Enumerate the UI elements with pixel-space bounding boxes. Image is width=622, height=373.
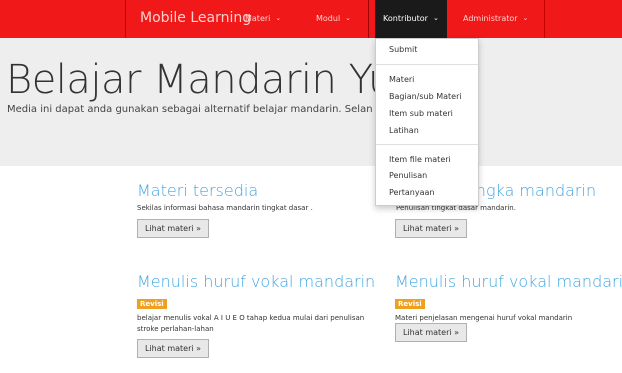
status-badge: Revisi (137, 299, 167, 309)
card-materi-tersedia: Materi tersedia Sekilas informasi bahasa… (137, 181, 377, 214)
menu-item-pertanyaan[interactable]: Pertanyaan (389, 188, 434, 197)
view-materi-button[interactable]: Lihat materi » (137, 339, 210, 358)
card-title: Menulis huruf vokal mandarin (395, 272, 622, 291)
menu-item-penulisan[interactable]: Penulisan (389, 171, 427, 180)
nav-item-kontributor[interactable]: Kontributor ⌄ (375, 0, 447, 38)
card-description: belajar menulis vokal A I U E O tahap ke… (137, 314, 365, 333)
menu-divider (376, 64, 478, 65)
chevron-down-icon: ⌄ (432, 14, 439, 22)
hero-subtitle: Media ini dapat anda gunakan sebagai alt… (7, 104, 373, 115)
menu-item-latihan[interactable]: Latihan (389, 126, 419, 135)
brand-link[interactable]: Mobile Learning (140, 10, 251, 26)
view-materi-button[interactable]: Lihat materi » (395, 219, 468, 238)
hero-banner: Belajar Mandarin Yuk! Media ini dapat an… (0, 38, 622, 166)
view-materi-button[interactable]: Lihat materi » (395, 323, 468, 342)
nav-item-materi[interactable]: Materi ⌄ (245, 14, 281, 23)
menu-item-item-sub-materi[interactable]: Item sub materi (389, 109, 453, 118)
menu-item-bagian-sub-materi[interactable]: Bagian/sub Materi (389, 92, 462, 101)
card-title: Materi tersedia (137, 181, 259, 200)
top-navbar: Mobile Learning Materi ⌄ Modul ⌄ Kontribut… (0, 0, 622, 38)
card-menulis-vokal: Menulis huruf vokal mandarin Revisi bela… (137, 272, 382, 335)
page-title: Belajar Mandarin Yuk! (6, 57, 432, 103)
card-title: angka mandarin (466, 181, 597, 200)
nav-item-administrator[interactable]: Administrator ⌄ (463, 14, 528, 23)
chevron-down-icon: ⌄ (345, 14, 352, 22)
menu-item-materi[interactable]: Materi (389, 75, 414, 84)
card-title: Menulis huruf vokal mandarin (137, 272, 376, 291)
nav-item-label: Materi (245, 14, 271, 23)
menu-divider (376, 144, 478, 145)
chevron-down-icon: ⌄ (275, 14, 282, 22)
menu-item-item-file-materi[interactable]: Item file materi (389, 155, 451, 164)
nav-item-label: Kontributor (383, 14, 428, 23)
status-badge: Revisi (395, 299, 425, 309)
menu-item-submit[interactable]: Submit (389, 45, 417, 54)
card-description: Sekilas informasi bahasa mandarin tingka… (137, 204, 313, 212)
card-menulis-vokal-2: Menulis huruf vokal mandarin Revisi Mate… (395, 272, 622, 324)
card-angka-mandarin: angka mandarin Penulisan tingkat dasar m… (396, 181, 616, 214)
chevron-down-icon: ⌄ (522, 14, 529, 22)
nav-item-modul[interactable]: Modul ⌄ (316, 14, 351, 23)
nav-item-label: Modul (316, 14, 341, 23)
nav-divider (368, 0, 369, 38)
view-materi-button[interactable]: Lihat materi » (137, 219, 210, 238)
nav-item-label: Administrator (463, 14, 518, 23)
kontributor-dropdown-menu: Submit Materi Bagian/sub Materi Item sub… (375, 38, 479, 206)
